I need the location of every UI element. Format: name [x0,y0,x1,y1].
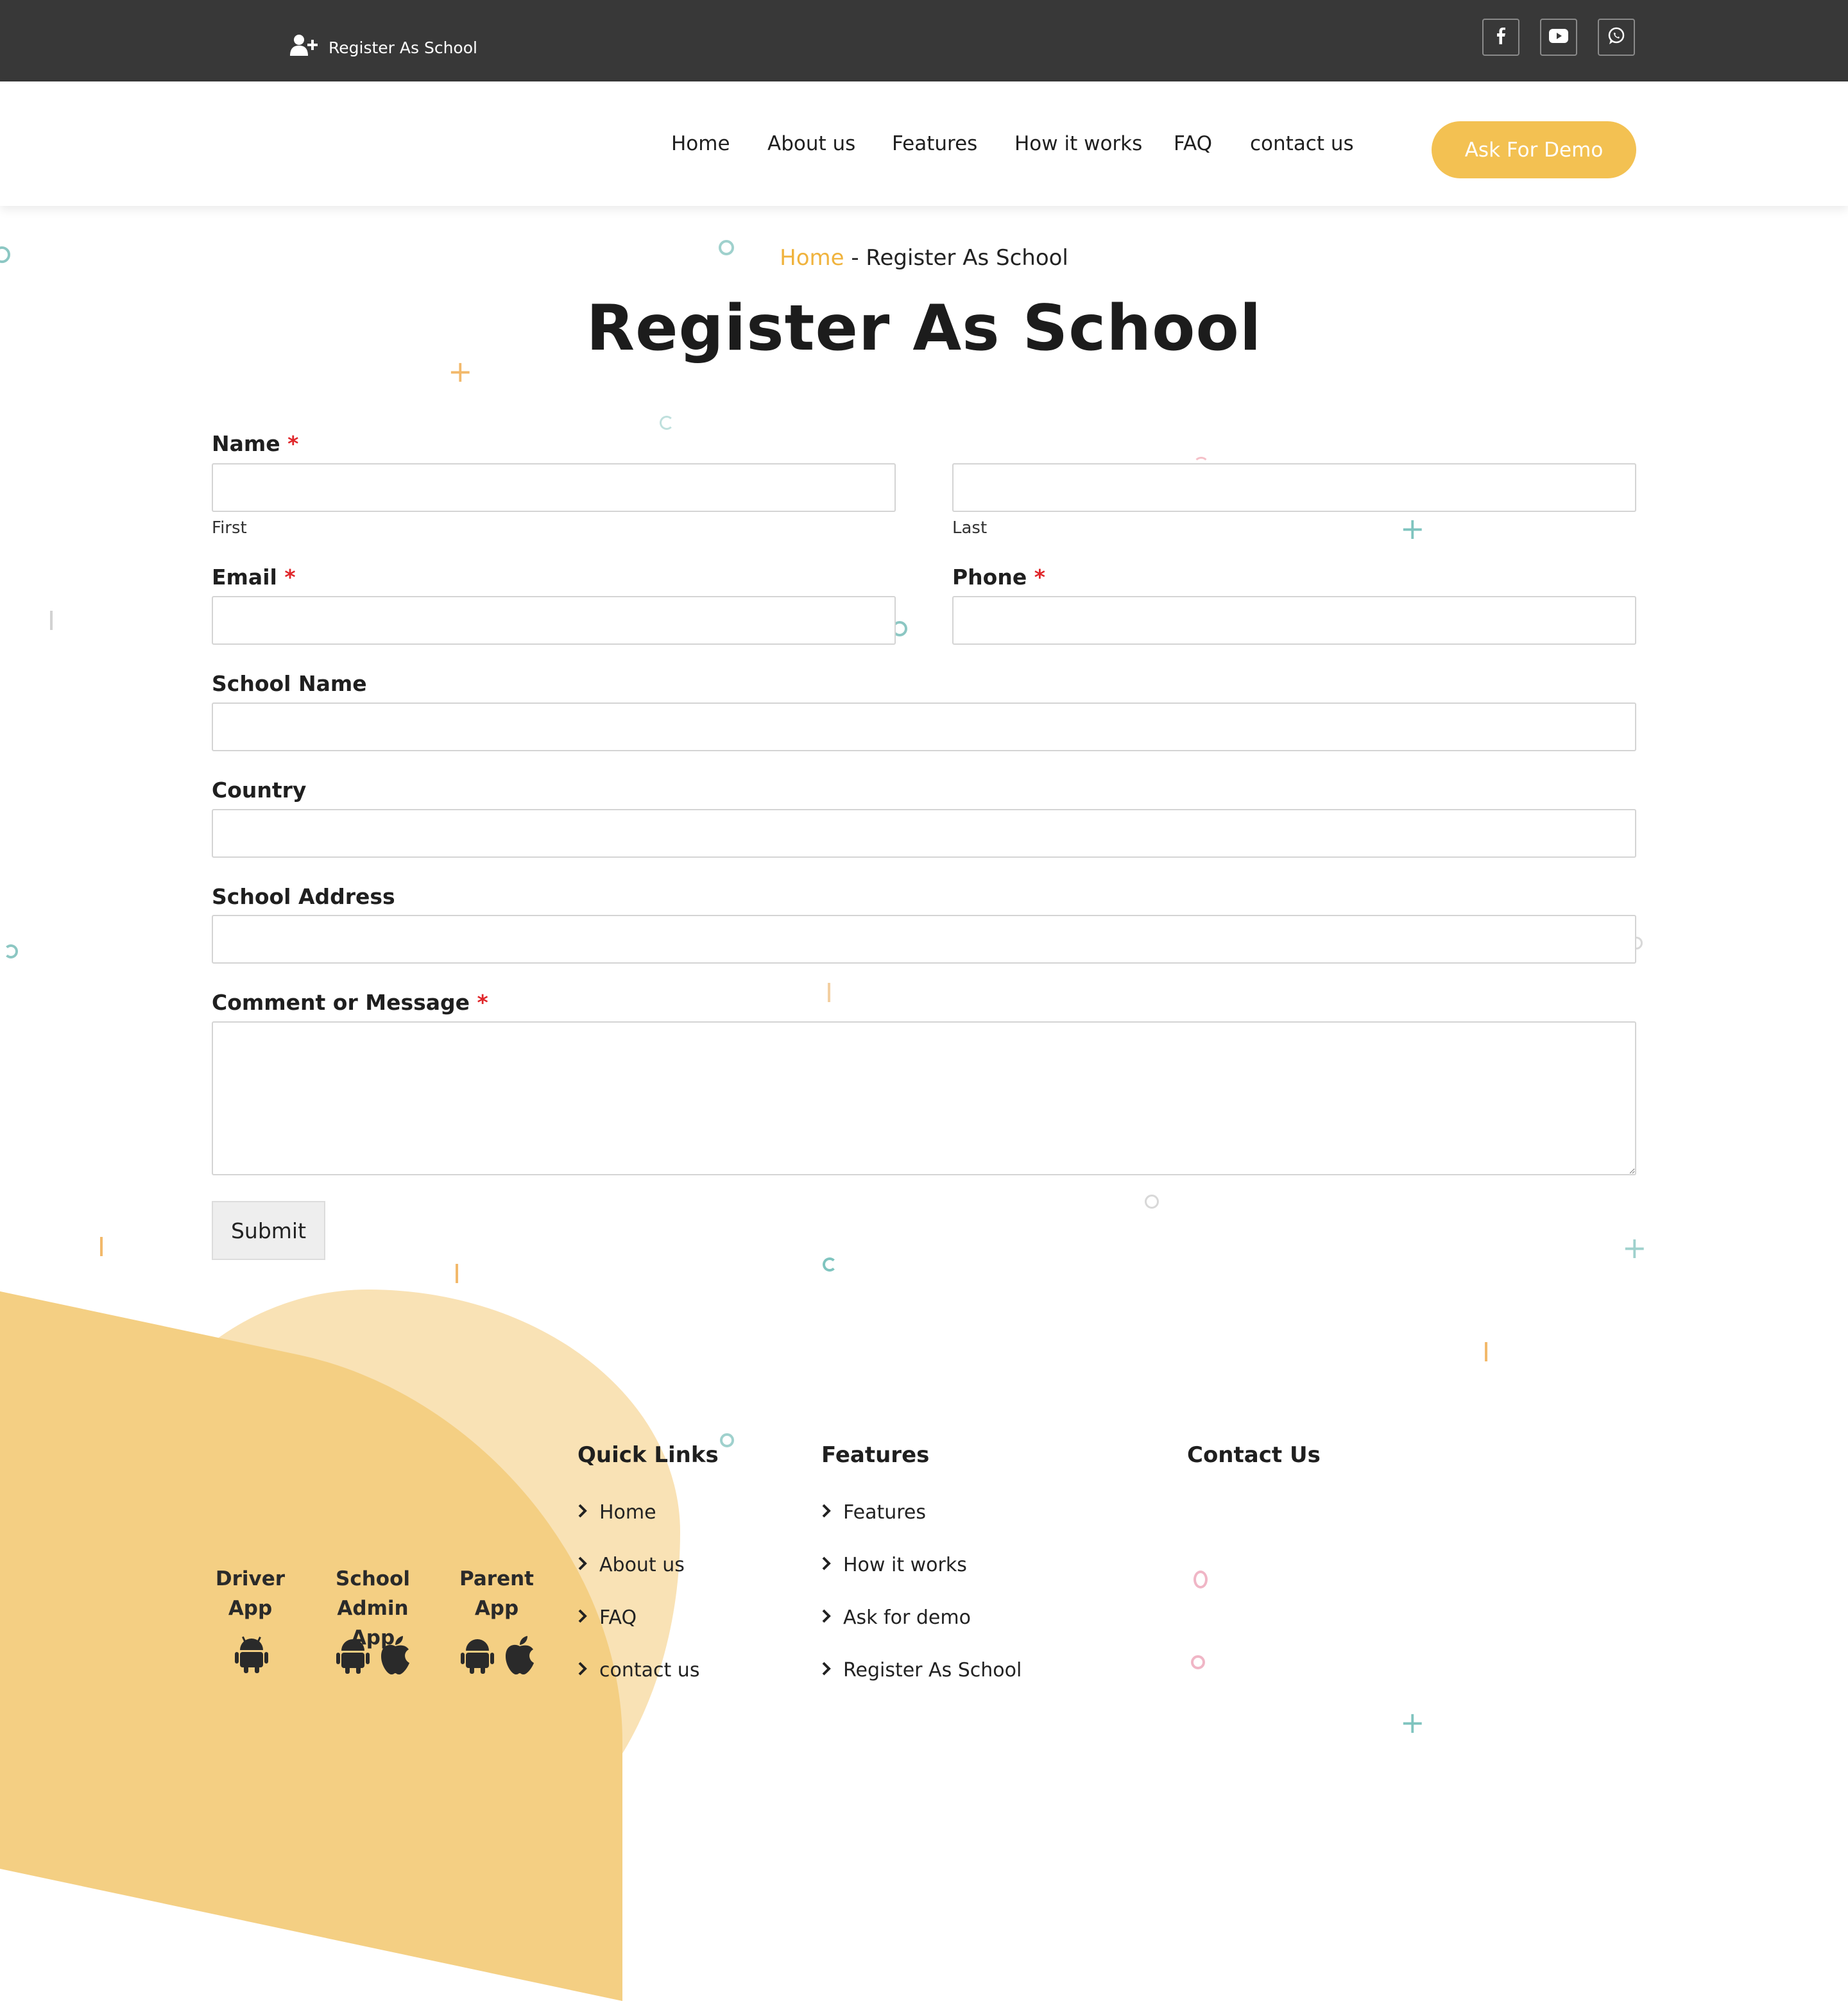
footer-link-label: Home [599,1501,656,1524]
footer-link-label: FAQ [599,1606,637,1629]
footer-link-ask-for-demo[interactable]: Ask for demo [821,1606,971,1629]
features-heading: Features [821,1442,930,1468]
breadcrumb-separator: - [844,245,866,271]
school-name-input[interactable] [212,702,1636,751]
breadcrumb: Home - Register As School [0,245,1848,271]
required-mark: * [284,565,296,590]
chevron-right-icon [578,1501,588,1524]
android-icon[interactable] [235,1636,268,1676]
chevron-right-icon [821,1606,832,1629]
email-label-text: Email [212,565,277,590]
nav-contact-us[interactable]: contact us [1250,132,1354,155]
parent-app-label: Parent App [457,1564,536,1623]
phone-label-text: Phone [952,565,1027,590]
footer-link-faq[interactable]: FAQ [578,1606,637,1629]
decorative-plus: + [1400,1705,1425,1740]
driver-app-label: Driver App [215,1564,286,1623]
register-as-school-link[interactable]: Register As School [290,35,477,60]
user-plus-icon [290,34,318,61]
footer-link-label: contact us [599,1659,700,1682]
footer-link-home[interactable]: Home [578,1501,656,1524]
school-address-label: School Address [212,884,395,909]
android-icon[interactable] [461,1637,494,1676]
message-label-text: Comment or Message [212,990,470,1015]
facebook-button[interactable] [1482,19,1519,56]
whatsapp-icon [1607,27,1625,47]
chevron-right-icon [821,1659,832,1682]
nav-how-it-works[interactable]: How it works [1014,132,1142,155]
last-name-input[interactable] [952,463,1636,512]
youtube-icon [1549,29,1568,46]
youtube-button[interactable] [1540,19,1577,56]
top-bar: Register As School [0,0,1848,81]
phone-label: Phone * [952,565,1045,590]
quick-links-heading: Quick Links [578,1442,719,1468]
app-title-line: School Admin [336,1567,410,1620]
nav-faq[interactable]: FAQ [1174,132,1212,155]
app-title-line: App [228,1597,273,1620]
decorative-circle [1194,1571,1208,1588]
driver-app-icons [235,1636,268,1676]
footer-link-label: Register As School [843,1659,1022,1682]
first-name-input[interactable] [212,463,896,512]
message-textarea[interactable] [212,1021,1636,1175]
chevron-right-icon [578,1606,588,1629]
apple-icon[interactable] [379,1636,412,1677]
submit-button[interactable]: Submit [212,1201,325,1260]
footer-link-how-it-works[interactable]: How it works [821,1554,967,1576]
last-sublabel: Last [952,518,988,538]
footer-link-about-us[interactable]: About us [578,1554,685,1576]
contact-us-heading: Contact Us [1187,1442,1321,1468]
footer-link-label: Features [843,1501,926,1524]
footer-link-contact-us[interactable]: contact us [578,1659,699,1682]
email-label: Email * [212,565,296,590]
facebook-icon [1496,28,1505,47]
chevron-right-icon [578,1659,588,1682]
school-name-label: School Name [212,671,367,696]
apple-icon[interactable] [503,1636,536,1677]
chevron-right-icon [578,1554,588,1576]
required-mark: * [1034,565,1045,590]
phone-input[interactable] [952,596,1636,645]
breadcrumb-current: Register As School [866,245,1068,271]
name-label: Name * [212,431,298,456]
required-mark: * [287,431,299,456]
footer-link-label: How it works [843,1554,967,1576]
app-title-line: Parent [459,1567,534,1590]
nav-home[interactable]: Home [671,132,730,155]
school-admin-app-icons [336,1636,412,1677]
decorative-circle [1191,1655,1205,1669]
app-title-line: Driver [215,1567,286,1590]
country-label: Country [212,778,307,803]
footer-link-features[interactable]: Features [821,1501,926,1524]
nav-features[interactable]: Features [892,132,977,155]
school-address-input[interactable] [212,915,1636,964]
page-title: Register As School [586,292,1262,365]
country-input[interactable] [212,809,1636,858]
nav-about-us[interactable]: About us [767,132,855,155]
decorative-circle [720,1433,734,1447]
register-as-school-label: Register As School [329,38,477,57]
app-title-line: App [474,1597,519,1620]
footer-link-label: Ask for demo [843,1606,971,1629]
android-icon[interactable] [336,1637,370,1676]
breadcrumb-home-link[interactable]: Home [780,245,844,271]
message-label: Comment or Message * [212,990,488,1015]
required-mark: * [477,990,488,1015]
footer-link-label: About us [599,1554,685,1576]
footer-link-register-as-school[interactable]: Register As School [821,1659,1022,1682]
name-label-text: Name [212,431,280,456]
chevron-right-icon [821,1501,832,1524]
chevron-right-icon [821,1554,832,1576]
parent-app-icons [461,1636,536,1677]
ask-for-demo-button[interactable]: Ask For Demo [1432,121,1636,178]
first-sublabel: First [212,518,247,538]
whatsapp-button[interactable] [1598,19,1635,56]
email-input[interactable] [212,596,896,645]
